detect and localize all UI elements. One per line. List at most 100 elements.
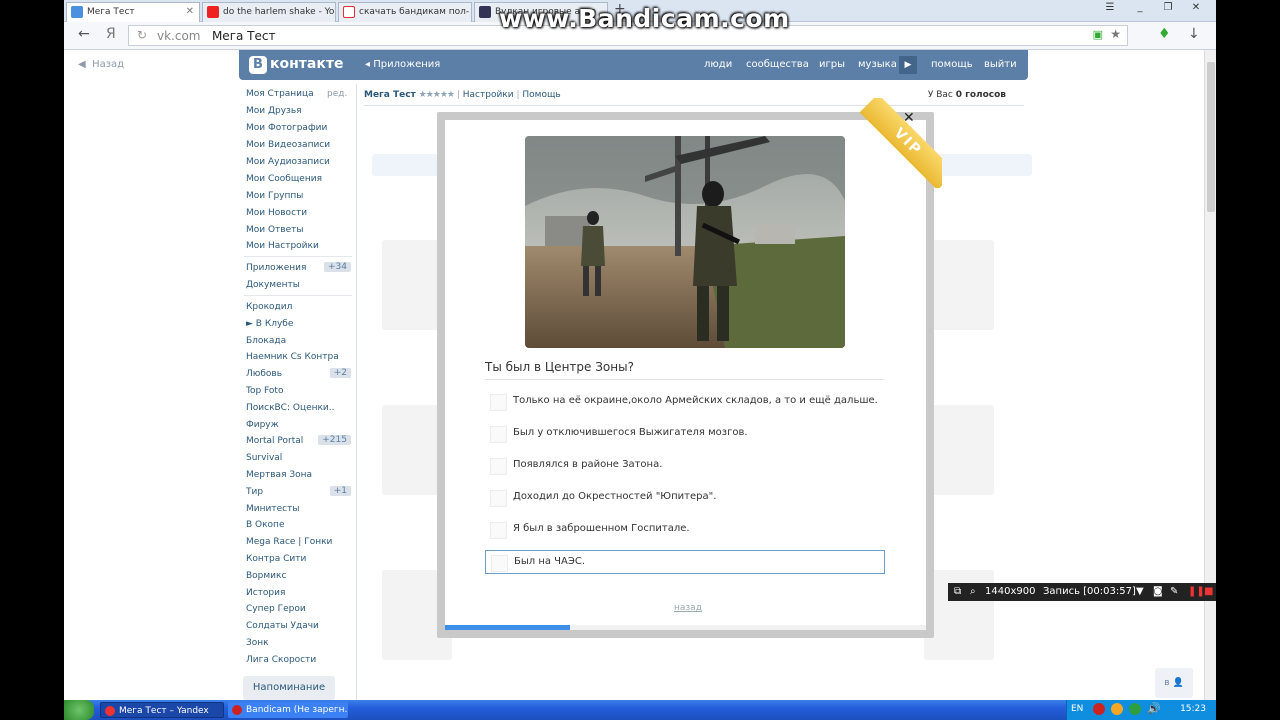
camera-icon[interactable]: ◙: [1153, 586, 1163, 597]
edit-link[interactable]: ред.: [327, 89, 347, 99]
sidebar-item-news[interactable]: Мои Новости: [246, 208, 307, 218]
task-yandex[interactable]: Мега Тест – Yandex: [100, 702, 224, 718]
close-icon[interactable]: ✕: [903, 110, 915, 126]
lock-icon[interactable]: ▣: [1093, 28, 1103, 41]
sidebar-item-apps[interactable]: Приложения: [246, 263, 306, 273]
stop-icon[interactable]: ■: [1204, 586, 1213, 597]
zoom-icon[interactable]: ⌕: [970, 586, 976, 597]
menu-icon[interactable]: ☰: [1098, 0, 1122, 16]
sidebar-item-videos[interactable]: Мои Видеозаписи: [246, 140, 330, 150]
option-checkbox[interactable]: [490, 458, 507, 475]
quiz-option[interactable]: Я был в заброшенном Госпитале.: [485, 518, 885, 542]
sidebar-game-item[interactable]: Тир: [246, 487, 263, 497]
option-checkbox[interactable]: [490, 490, 507, 507]
yandex-logo-icon[interactable]: Я: [106, 26, 116, 42]
nav-people[interactable]: люди: [704, 59, 732, 70]
sidebar-item-my-page[interactable]: Моя Страница: [246, 89, 314, 99]
sidebar-game-item[interactable]: Супер Герои: [246, 604, 306, 614]
tab-yandex-search[interactable]: скачать бандикам пол-: [338, 2, 472, 22]
close-window-icon[interactable]: ✕: [1184, 0, 1208, 16]
sidebar-game-item[interactable]: Наемник Cs Контра: [246, 352, 339, 362]
volume-icon[interactable]: 🔊: [1147, 702, 1161, 715]
tray-network-icon[interactable]: [1129, 703, 1141, 715]
sidebar-game-item[interactable]: ► В Клубе: [246, 319, 293, 329]
option-checkbox[interactable]: [490, 426, 507, 443]
apps-badge: +34: [324, 262, 351, 272]
sidebar-item-settings[interactable]: Мои Настройки: [246, 241, 319, 251]
sidebar-game-item[interactable]: Лига Скорости: [246, 655, 316, 665]
quiz-option[interactable]: Появлялся в районе Затона.: [485, 454, 885, 478]
vulkan-favicon-icon: [479, 6, 491, 18]
quiz-option[interactable]: Только на её окраине,около Армейских скл…: [485, 390, 885, 414]
sidebar-game-item[interactable]: Контра Сити: [246, 554, 306, 564]
vk-logo[interactable]: Bконтакте: [249, 56, 343, 74]
help-button[interactable]: в 👤: [1155, 668, 1193, 698]
language-indicator[interactable]: EN: [1071, 704, 1083, 714]
pause-icon[interactable]: ❚❚: [1188, 586, 1205, 597]
option-checkbox[interactable]: [490, 394, 507, 411]
quiz-option[interactable]: Доходил до Окрестностей "Юпитера".: [485, 486, 885, 510]
sidebar-item-photos[interactable]: Мои Фотографии: [246, 123, 327, 133]
minimize-icon[interactable]: _: [1128, 0, 1152, 16]
sidebar-game-item[interactable]: Крокодил: [246, 302, 292, 312]
sidebar-game-item[interactable]: Минитесты: [246, 504, 299, 514]
sidebar-item-friends[interactable]: Мои Друзья: [246, 106, 302, 116]
sidebar-item-audio[interactable]: Мои Аудиозаписи: [246, 157, 330, 167]
window-mode-icon[interactable]: ⧉: [954, 586, 961, 597]
sidebar-game-item[interactable]: Солдаты Удачи: [246, 621, 319, 631]
sidebar-game-item[interactable]: Вормикс: [246, 571, 286, 581]
nav-logout[interactable]: выйти: [984, 59, 1017, 70]
nav-help[interactable]: помощь: [931, 59, 973, 70]
close-tab-icon[interactable]: ✕: [186, 6, 194, 17]
page-scrollbar[interactable]: [1204, 50, 1216, 700]
sidebar-game-item[interactable]: Survival: [246, 453, 282, 463]
sidebar-game-item[interactable]: Mega Race | Гонки: [246, 537, 332, 547]
play-icon[interactable]: ▶: [899, 56, 917, 74]
help-link[interactable]: Помощь: [522, 90, 560, 100]
settings-link[interactable]: Настройки: [463, 90, 514, 100]
nav-music[interactable]: музыка: [858, 59, 897, 70]
option-label: Только на её окраине,около Армейских скл…: [513, 395, 878, 406]
back-link[interactable]: ◀ Назад: [78, 59, 124, 70]
bookmark-star-icon[interactable]: ★: [1110, 27, 1121, 41]
tab-mega-test[interactable]: Мега Тест ✕: [66, 2, 200, 22]
sidebar-game-item[interactable]: Top Foto: [246, 386, 283, 396]
maximize-icon[interactable]: ❐: [1156, 0, 1180, 16]
download-icon[interactable]: ↓: [1188, 26, 1200, 42]
quiz-option[interactable]: Был на ЧАЭС.: [485, 550, 885, 574]
dropdown-icon[interactable]: ▼: [1136, 586, 1144, 597]
pencil-icon[interactable]: ✎: [1170, 586, 1178, 597]
task-bandicam[interactable]: Bandicam (Не зарегн...: [228, 702, 348, 718]
reminder-button[interactable]: Напоминание: [243, 676, 335, 700]
nav-games[interactable]: игры: [819, 59, 845, 70]
sidebar-game-item[interactable]: В Окопе: [246, 520, 284, 530]
start-button[interactable]: [64, 700, 94, 720]
apps-link[interactable]: ◂ Приложения: [365, 59, 440, 70]
refresh-icon[interactable]: ↻: [137, 28, 147, 42]
app-name[interactable]: Мега Тест: [364, 90, 416, 100]
back-arrow-icon[interactable]: ←: [78, 26, 90, 42]
tab-youtube[interactable]: do the harlem shake - Yo: [202, 2, 336, 22]
quiz-option[interactable]: Был у отключившегося Выжигателя мозгов.: [485, 422, 885, 446]
sidebar-game-item[interactable]: Любовь: [246, 369, 282, 379]
tray-app-icon[interactable]: [1111, 703, 1123, 715]
sidebar-game-item[interactable]: Мертвая Зона: [246, 470, 312, 480]
sidebar-item-documents[interactable]: Документы: [246, 280, 300, 290]
sidebar-game-item[interactable]: Зонк: [246, 638, 269, 648]
option-checkbox[interactable]: [490, 522, 507, 539]
tab-label: Мега Тест: [87, 7, 135, 17]
sidebar-game-item[interactable]: Фируж: [246, 420, 279, 430]
sidebar-game-item[interactable]: Mortal Portal: [246, 436, 303, 446]
sidebar-game-item[interactable]: История: [246, 588, 285, 598]
sidebar-item-answers[interactable]: Мои Ответы: [246, 225, 304, 235]
sidebar-item-groups[interactable]: Мои Группы: [246, 191, 303, 201]
quiz-back-link[interactable]: назад: [674, 603, 702, 613]
scrollbar-thumb[interactable]: [1207, 62, 1215, 212]
option-checkbox[interactable]: [491, 555, 508, 572]
extension-icon[interactable]: ♦: [1158, 26, 1171, 42]
nav-communities[interactable]: сообщества: [746, 59, 809, 70]
tray-record-icon[interactable]: [1093, 703, 1105, 715]
sidebar-game-item[interactable]: ПоискВС: Оценки..: [246, 403, 335, 413]
sidebar-game-item[interactable]: Блокада: [246, 336, 286, 346]
sidebar-item-messages[interactable]: Мои Сообщения: [246, 174, 322, 184]
